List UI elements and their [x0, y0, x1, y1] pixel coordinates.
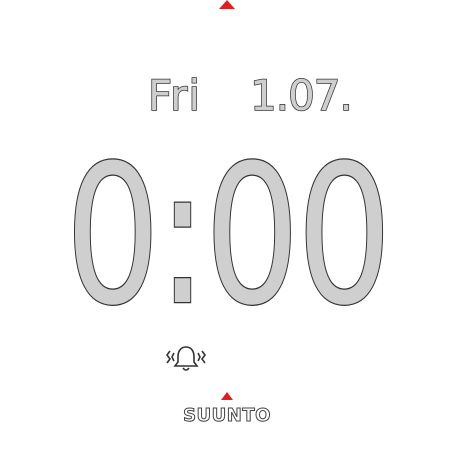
alarm-bell-icon [166, 345, 206, 373]
date-display: 1.07. [249, 71, 353, 121]
triangle-up-icon[interactable] [221, 392, 233, 400]
triangle-up-icon[interactable] [219, 0, 235, 9]
watch-face: Fri 1.07. 0:00 SUUNTO [0, 0, 454, 454]
day-of-week: Fri [147, 71, 202, 121]
time-value: 0:00 [64, 125, 393, 348]
time-display: 0:00 [50, 139, 404, 334]
brand-logo: SUUNTO [183, 405, 271, 427]
